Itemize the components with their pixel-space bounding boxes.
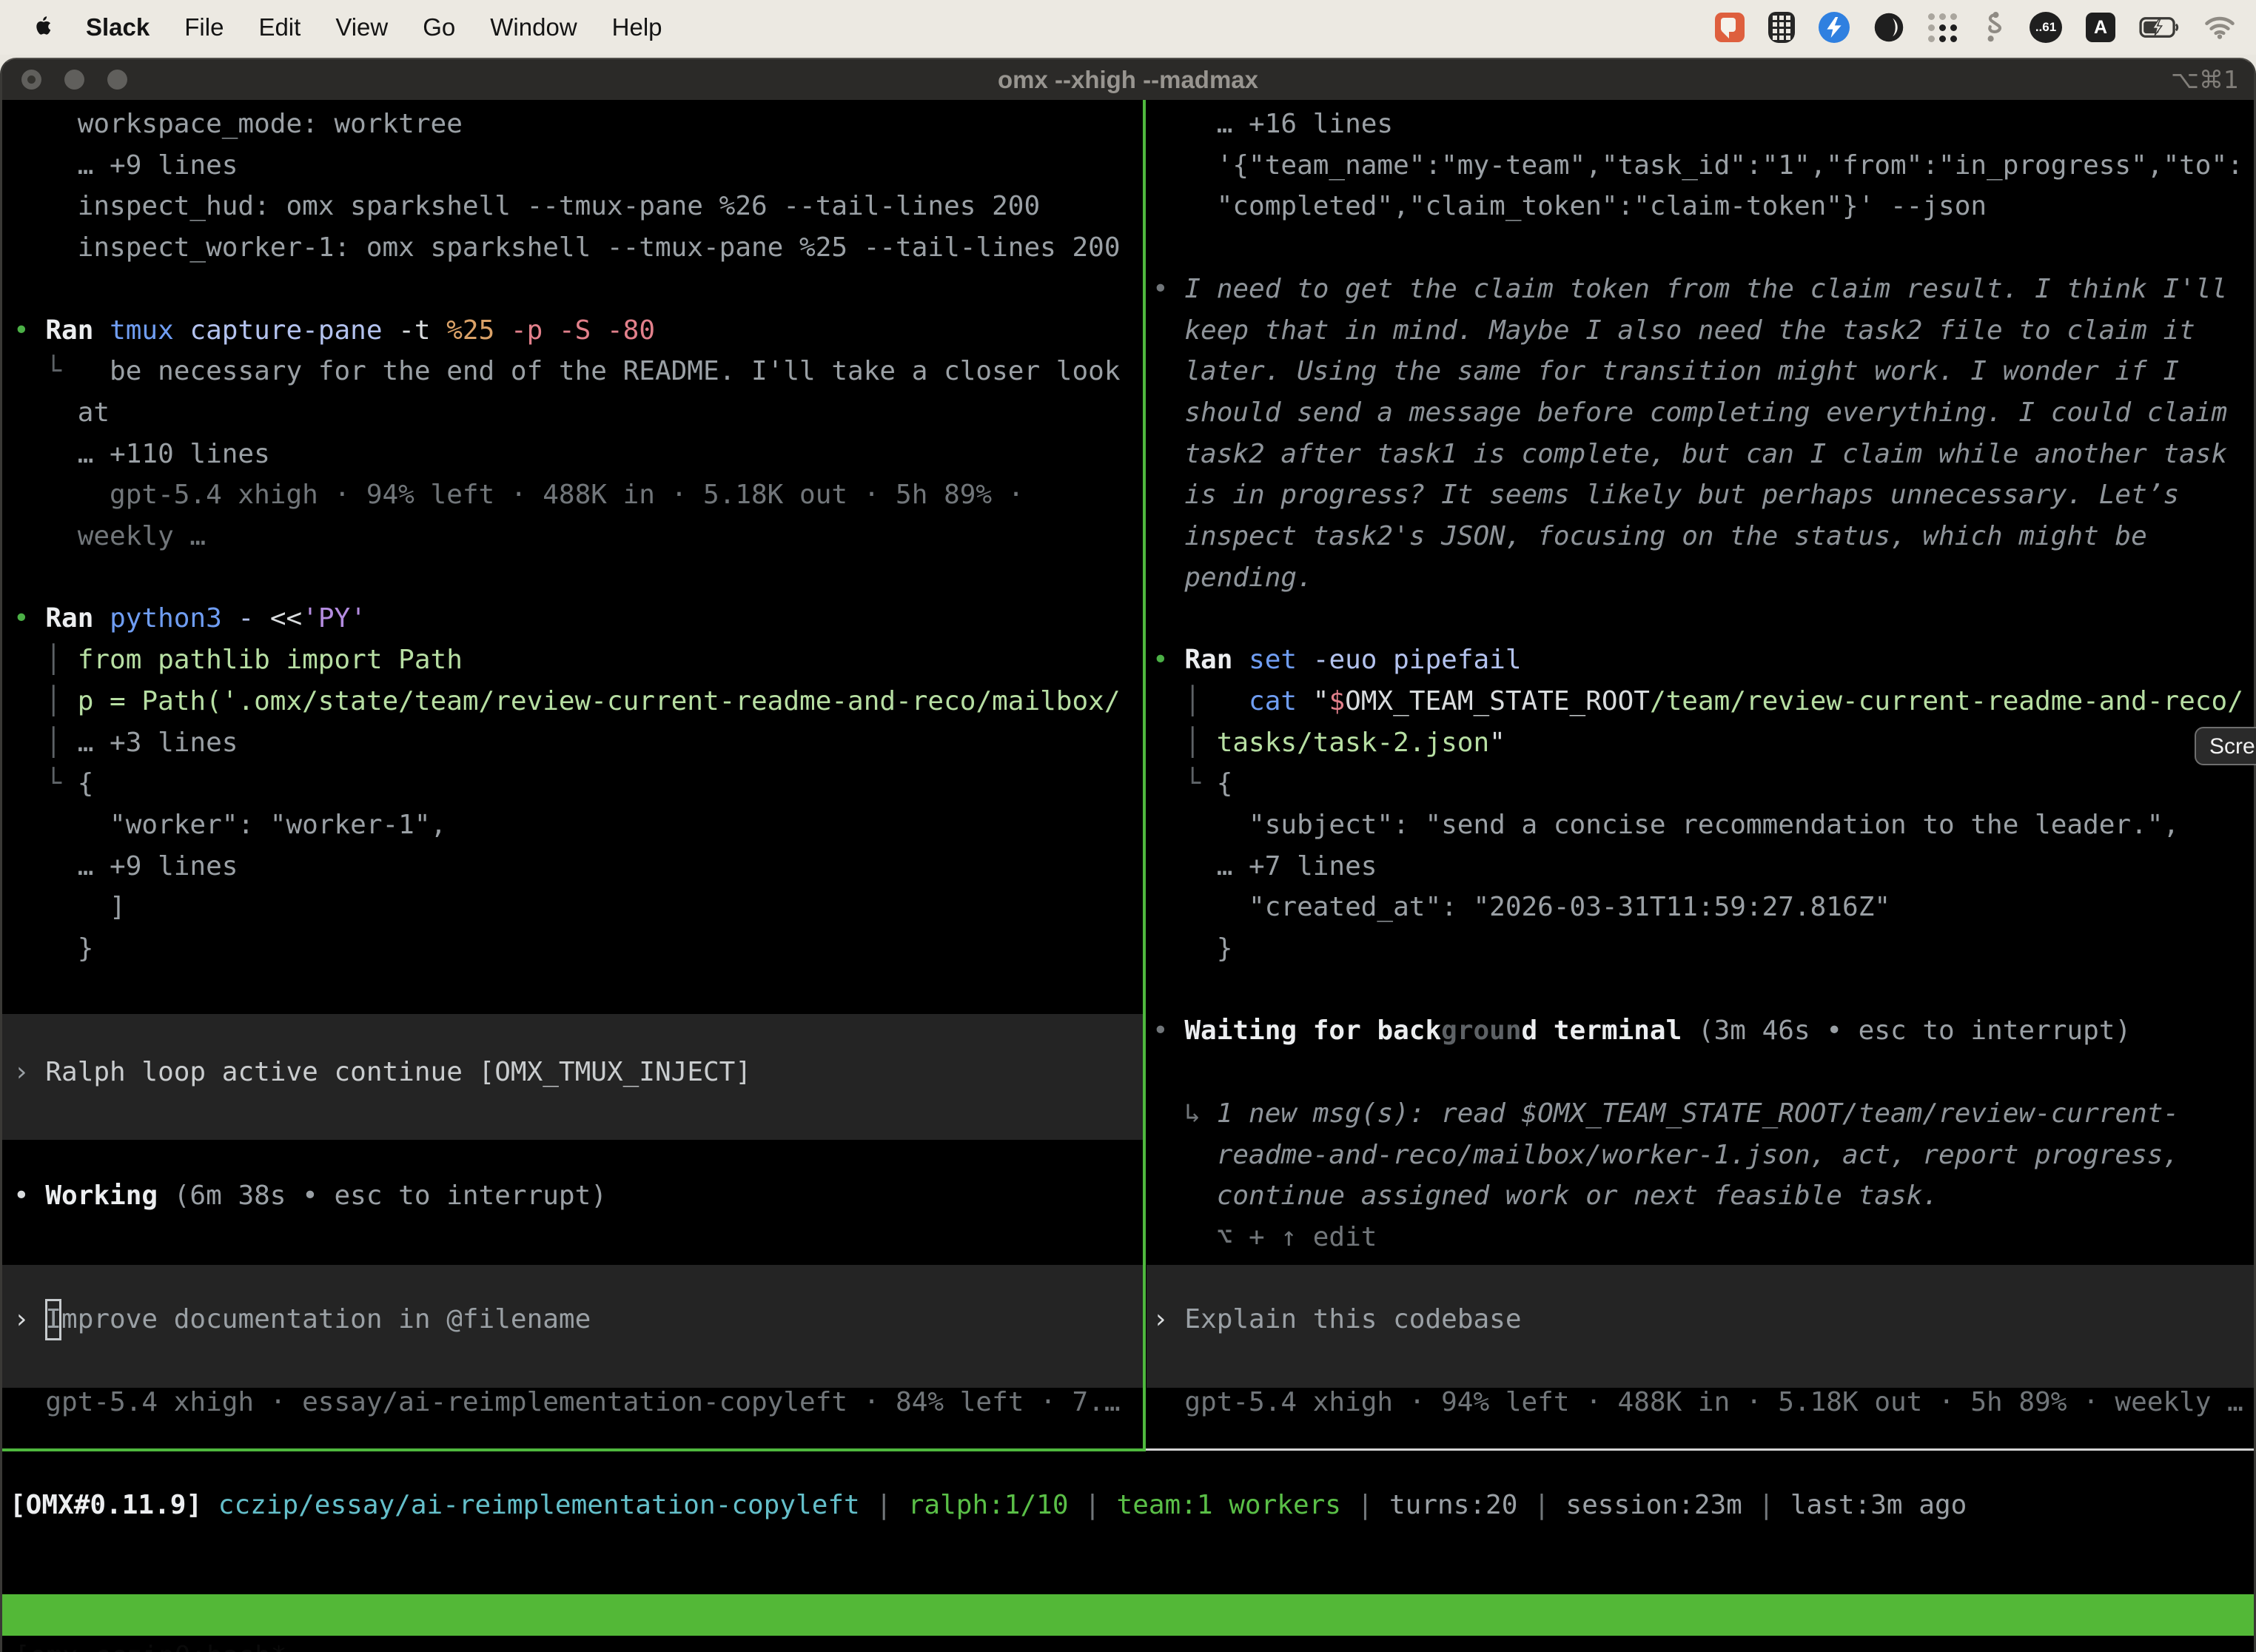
terminal-line: "worker": "worker-1", [13, 805, 446, 846]
menu-help[interactable]: Help [612, 13, 662, 41]
menu-window[interactable]: Window [490, 13, 577, 41]
wifi-icon[interactable] [2204, 16, 2235, 39]
pane-divider[interactable] [1143, 100, 1146, 1451]
terminal-line: • I need to get the claim token from the… [1152, 269, 2227, 310]
menu-file[interactable]: File [184, 13, 224, 41]
menu-bar: Slack File Edit View Go Window Help ..61 A [0, 0, 2256, 55]
terminal-line: "created_at": "2026-03-31T11:59:27.816Z" [1152, 887, 1890, 928]
window-shortcut-badge: ⌥⌘1 [2171, 59, 2239, 100]
menu-go[interactable]: Go [423, 13, 455, 41]
pane-left-bottom-border [2, 1448, 1143, 1451]
terminal-line: ⌥ + ↑ edit [1152, 1217, 1377, 1258]
window-title: omx --xhigh --madmax [2, 59, 2254, 100]
screen: { "menu_bar": { "items": ["Slack", "File… [0, 0, 2256, 1652]
terminal-line: continue assigned work or next feasible … [1152, 1175, 1938, 1217]
terminal-line: │ p = Path('.omx/state/team/review-curre… [13, 681, 1121, 722]
terminal-line: ↳ 1 new msg(s): read $OMX_TEAM_STATE_ROO… [1152, 1093, 2179, 1135]
tmux-session-label: [omx-cczip0:bash* [14, 1636, 286, 1652]
screen-tooltip: Scre [2195, 727, 2256, 765]
terminal-line: │ cat "$OMX_TEAM_STATE_ROOT/team/review-… [1152, 681, 2243, 722]
window-titlebar[interactable]: omx --xhigh --madmax ⌥⌘1 [2, 59, 2254, 100]
battery-icon[interactable] [2139, 16, 2181, 38]
input-source-icon[interactable]: A [2086, 13, 2115, 42]
bolt-app-icon[interactable] [1819, 12, 1850, 43]
terminal-line: • Working (6m 38s • esc to interrupt) [13, 1175, 607, 1217]
menu-status-icons: ..61 A [1715, 11, 2235, 44]
terminal-content: workspace_mode: worktree … +9 lines insp… [2, 100, 2254, 1652]
terminal-line: • Waiting for background terminal (3m 46… [1152, 1010, 2131, 1052]
terminal-line: "subject": "send a concise recommendatio… [1152, 805, 2179, 846]
terminal-line: gpt-5.4 xhigh · essay/ai-reimplementatio… [13, 1382, 1121, 1423]
omx-status-line: [OMX#0.11.9] cczip/essay/ai-reimplementa… [10, 1485, 1967, 1526]
terminal-line: } [13, 928, 93, 970]
terminal-line: └ be necessary for the end of the README… [13, 351, 1121, 392]
terminal-line: ] [13, 887, 126, 928]
terminal-line: pending. [1152, 557, 1313, 599]
terminal-line: › Improve documentation in @filename [13, 1299, 591, 1340]
terminal-line: '{"team_name":"my-team","task_id":"1","f… [1152, 145, 2243, 187]
terminal-line: … +16 lines [1152, 104, 1393, 145]
terminal-line: │ … +3 lines [13, 722, 238, 764]
terminal-line: │ tasks/task-2.json" [1152, 722, 1505, 764]
menu-slack[interactable]: Slack [86, 13, 150, 41]
chat-app-icon[interactable] [1715, 13, 1745, 42]
terminal-line: └ { [13, 763, 93, 805]
terminal-line: … +7 lines [1152, 846, 1377, 887]
apple-menu[interactable] [30, 13, 55, 42]
terminal-line: › Explain this codebase [1152, 1299, 1522, 1340]
terminal-line: "completed","claim_token":"claim-token"}… [1152, 186, 1987, 227]
pane-right-bottom-border [1146, 1448, 2256, 1451]
terminal-line: task2 after task1 is complete, but can I… [1152, 434, 2227, 475]
pie-app-icon[interactable] [1873, 12, 1904, 43]
terminal-line: inspect task2's JSON, focusing on the st… [1152, 516, 2147, 557]
pane-left: workspace_mode: worktree … +9 lines insp… [2, 100, 1143, 1448]
terminal-window: omx --xhigh --madmax ⌥⌘1 workspace_mode:… [0, 58, 2256, 1652]
menu-items: Slack File Edit View Go Window Help [86, 13, 662, 41]
terminal-line: weekly … [13, 516, 206, 557]
terminal-line: at [13, 392, 110, 434]
apple-logo-icon [30, 13, 55, 42]
menu-edit[interactable]: Edit [258, 13, 301, 41]
menu-view[interactable]: View [335, 13, 388, 41]
terminal-line: keep that in mind. Maybe I also need the… [1152, 310, 2195, 352]
battery-percent-badge[interactable]: ..61 [2030, 12, 2062, 43]
terminal-line: • Ran tmux capture-pane -t %25 -p -S -80 [13, 310, 655, 352]
squiggle-icon[interactable] [1981, 11, 2006, 44]
pane-right: … +16 lines '{"team_name":"my-team","tas… [1147, 100, 2256, 1448]
terminal-line: … +110 lines [13, 434, 270, 475]
terminal-line: should send a message before completing … [1152, 392, 2227, 434]
terminal-line: gpt-5.4 xhigh · 94% left · 488K in · 5.1… [13, 474, 1024, 516]
terminal-line: workspace_mode: worktree [13, 104, 463, 145]
terminal-line: later. Using the same for transition mig… [1152, 351, 2179, 392]
terminal-line: … +9 lines [13, 846, 238, 887]
tmux-status-bar: [omx-cczip0:bash* "MacBook-Pro-44.local"… [2, 1594, 2254, 1636]
terminal-line: gpt-5.4 xhigh · 94% left · 488K in · 5.1… [1152, 1382, 2243, 1423]
terminal-line: is in progress? It seems likely but perh… [1152, 474, 2179, 516]
terminal-line: • Ran python3 - <<'PY' [13, 598, 366, 639]
terminal-line: inspect_worker-1: omx sparkshell --tmux-… [13, 227, 1121, 269]
dots-grid-icon[interactable] [1928, 13, 1957, 42]
keypad-grid-icon[interactable] [1768, 12, 1795, 43]
terminal-line: │ from pathlib import Path [13, 639, 463, 681]
terminal-line: } [1152, 928, 1232, 970]
terminal-line: inspect_hud: omx sparkshell --tmux-pane … [13, 186, 1040, 227]
terminal-line: • Ran set -euo pipefail [1152, 639, 1522, 681]
terminal-line: … +9 lines [13, 145, 238, 187]
terminal-line: › Ralph loop active continue [OMX_TMUX_I… [13, 1052, 751, 1093]
terminal-line: └ { [1152, 763, 1232, 805]
terminal-line: readme-and-reco/mailbox/worker-1.json, a… [1152, 1135, 2179, 1176]
